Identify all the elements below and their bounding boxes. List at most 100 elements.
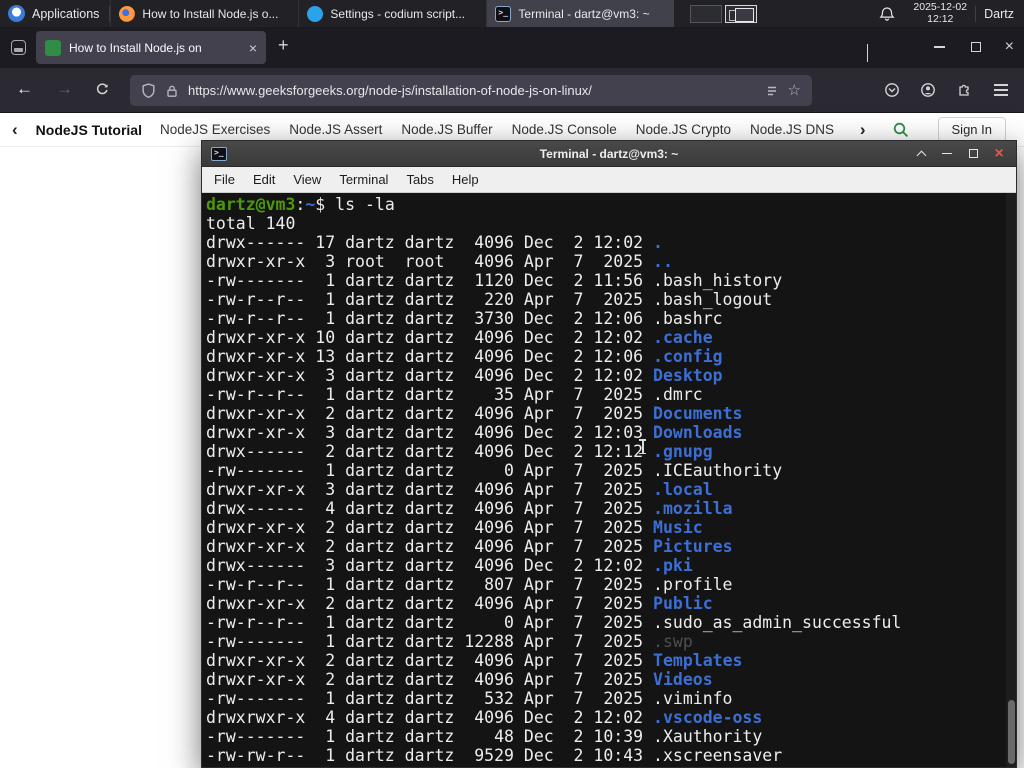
- pocket-icon[interactable]: [884, 82, 900, 98]
- site-link-node-js-buffer[interactable]: Node.JS Buffer: [401, 122, 492, 137]
- menu-hamburger-icon[interactable]: [994, 84, 1008, 86]
- maximize-button[interactable]: [966, 147, 980, 161]
- firefox-icon: [119, 5, 136, 22]
- distro-logo-icon: [8, 5, 25, 22]
- panel-clock[interactable]: 2025-12-02 12:12: [905, 1, 975, 25]
- taskbar-button-label: How to Install Node.js o...: [142, 6, 279, 21]
- terminal-line: -rw-rw-r-- 1 dartz dartz 9529 Dec 2 10:4…: [206, 746, 783, 765]
- firefox-view-icon[interactable]: [11, 40, 26, 55]
- terminal-line: drwxr-xr-x 2 dartz dartz 4096 Apr 7 2025…: [206, 670, 713, 689]
- notification-bell-icon[interactable]: [879, 6, 895, 22]
- terminal-line: drwxr-xr-x 13 dartz dartz 4096 Dec 2 12:…: [206, 347, 723, 366]
- back-button[interactable]: ←: [16, 79, 33, 99]
- terminal-scrollbar[interactable]: [1006, 193, 1016, 767]
- taskbar: How to Install Node.js o... Settings - co…: [110, 0, 675, 27]
- extensions-puzzle-icon[interactable]: [956, 82, 972, 98]
- tracking-shield-icon[interactable]: [141, 83, 156, 98]
- applications-menu[interactable]: Applications: [0, 0, 109, 27]
- terminal-line: -rw-r--r-- 1 dartz dartz 220 Apr 7 2025 …: [206, 290, 773, 309]
- site-link-node-js-assert[interactable]: Node.JS Assert: [289, 122, 382, 137]
- scrollbar-thumb[interactable]: [1008, 700, 1015, 764]
- lock-icon[interactable]: [165, 84, 179, 98]
- terminal-menu-terminal[interactable]: Terminal: [330, 172, 397, 187]
- site-link-node-js-crypto[interactable]: Node.JS Crypto: [636, 122, 731, 137]
- terminal-app-icon: [211, 146, 227, 161]
- terminal-line: -rw-r--r-- 1 dartz dartz 807 Apr 7 2025 …: [206, 575, 733, 594]
- reader-mode-icon[interactable]: [765, 84, 779, 98]
- terminal-line: drwxr-xr-x 2 dartz dartz 4096 Apr 7 2025…: [206, 651, 743, 670]
- terminal-line: -rw------- 1 dartz dartz 0 Apr 7 2025 .I…: [206, 461, 783, 480]
- list-all-tabs-icon[interactable]: [867, 44, 868, 62]
- terminal-line: -rw------- 1 dartz dartz 1120 Dec 2 11:5…: [206, 271, 783, 290]
- desktop-panel: Applications How to Install Node.js o...…: [0, 0, 1024, 27]
- forward-button[interactable]: →: [56, 79, 73, 99]
- browser-tab[interactable]: How to Install Node.js on ×: [36, 31, 266, 64]
- clock-date: 2025-12-02: [913, 1, 968, 13]
- terminal-menu-view[interactable]: View: [284, 172, 330, 187]
- terminal-menu-file[interactable]: File: [205, 172, 244, 187]
- panel-user-label[interactable]: Dartz: [976, 7, 1024, 21]
- terminal-line: drwxrwxr-x 4 dartz dartz 4096 Dec 2 12:0…: [206, 708, 763, 727]
- terminal-line: total 140: [206, 214, 296, 233]
- terminal-line: -rw-r--r-- 1 dartz dartz 0 Apr 7 2025 .s…: [206, 613, 902, 632]
- close-button[interactable]: ×: [1005, 39, 1014, 55]
- reload-button[interactable]: [94, 82, 110, 98]
- terminal-menu-edit[interactable]: Edit: [244, 172, 284, 187]
- clock-time: 12:12: [927, 12, 954, 25]
- bookmark-star-icon[interactable]: ☆: [788, 83, 801, 98]
- account-icon[interactable]: [920, 82, 936, 98]
- firefox-toolbar: ← → https://www.geeksforgeeks.org/node-j…: [0, 68, 1024, 113]
- taskbar-button[interactable]: Terminal - dartz@vm3: ~: [486, 0, 675, 27]
- workspace-1[interactable]: [690, 4, 723, 23]
- terminal-line: -rw------- 1 dartz dartz 532 Apr 7 2025 …: [206, 689, 733, 708]
- taskbar-button[interactable]: Settings - codium script...: [298, 0, 486, 27]
- tab-close-icon[interactable]: ×: [249, 41, 257, 55]
- site-link-nodejs-tutorial[interactable]: NodeJS Tutorial: [36, 122, 142, 138]
- close-button[interactable]: ×: [992, 145, 1006, 161]
- site-search-icon[interactable]: [892, 121, 910, 139]
- terminal-window: Terminal - dartz@vm3: ~ × FileEditViewTe…: [201, 140, 1017, 768]
- terminal-line: -rw-r--r-- 1 dartz dartz 3730 Dec 2 12:0…: [206, 309, 723, 328]
- terminal-window-controls: ×: [914, 145, 1016, 161]
- tab-title: How to Install Node.js on: [69, 40, 202, 55]
- new-tab-button[interactable]: +: [278, 35, 289, 56]
- minimize-button[interactable]: [940, 147, 954, 161]
- sign-in-button[interactable]: Sign In: [937, 117, 1006, 142]
- firefox-window-controls: ×: [933, 39, 1014, 55]
- workspace-2[interactable]: [725, 4, 758, 23]
- terminal-line: drwxr-xr-x 3 dartz dartz 4096 Dec 2 12:0…: [206, 366, 723, 385]
- nav-scroll-right-icon[interactable]: ›: [860, 121, 866, 138]
- terminal-icon: [495, 5, 512, 22]
- terminal-line: drwxr-xr-x 2 dartz dartz 4096 Apr 7 2025…: [206, 404, 743, 423]
- terminal-line: drwxr-xr-x 3 dartz dartz 4096 Dec 2 12:0…: [206, 423, 743, 442]
- taskbar-button-label: Settings - codium script...: [330, 6, 466, 21]
- nav-scroll-left-icon[interactable]: ‹: [12, 121, 18, 138]
- site-link-node-js-dns[interactable]: Node.JS DNS: [750, 122, 834, 137]
- url-text[interactable]: https://www.geeksforgeeks.org/node-js/in…: [188, 83, 756, 98]
- terminal-line: drwx------ 3 dartz dartz 4096 Dec 2 12:0…: [206, 556, 693, 575]
- taskbar-button[interactable]: How to Install Node.js o...: [110, 0, 298, 27]
- codium-icon: [307, 5, 324, 22]
- workspace-pager: [690, 4, 758, 23]
- terminal-output: dartz@vm3:~$ ls -la total 140 drwx------ 1…: [206, 195, 1016, 765]
- terminal-line: drwxr-xr-x 2 dartz dartz 4096 Apr 7 2025…: [206, 518, 703, 537]
- terminal-line: -rw------- 1 dartz dartz 12288 Apr 7 202…: [206, 632, 693, 651]
- terminal-line: dartz@vm3:~$ ls -la: [206, 195, 395, 214]
- terminal-line: drwxr-xr-x 10 dartz dartz 4096 Dec 2 12:…: [206, 328, 713, 347]
- terminal-titlebar[interactable]: Terminal - dartz@vm3: ~ ×: [202, 141, 1016, 167]
- terminal-line: -rw-r--r-- 1 dartz dartz 35 Apr 7 2025 .…: [206, 385, 703, 404]
- terminal-title: Terminal - dartz@vm3: ~: [539, 146, 679, 161]
- terminal-line: drwxr-xr-x 2 dartz dartz 4096 Apr 7 2025…: [206, 537, 733, 556]
- rollup-button[interactable]: [914, 147, 928, 161]
- minimize-button[interactable]: [933, 40, 947, 54]
- terminal-line: drwxr-xr-x 2 dartz dartz 4096 Apr 7 2025…: [206, 594, 713, 613]
- terminal-menu-help[interactable]: Help: [443, 172, 488, 187]
- site-link-nodejs-exercises[interactable]: NodeJS Exercises: [160, 122, 270, 137]
- terminal-line: drwx------ 4 dartz dartz 4096 Apr 7 2025…: [206, 499, 733, 518]
- terminal-screen[interactable]: dartz@vm3:~$ ls -la total 140 drwx------ 1…: [202, 193, 1016, 767]
- site-link-node-js-console[interactable]: Node.JS Console: [512, 122, 617, 137]
- url-bar[interactable]: https://www.geeksforgeeks.org/node-js/in…: [130, 75, 812, 106]
- gfg-favicon-icon: [45, 39, 61, 56]
- terminal-menu-tabs[interactable]: Tabs: [397, 172, 442, 187]
- maximize-button[interactable]: [969, 40, 983, 54]
